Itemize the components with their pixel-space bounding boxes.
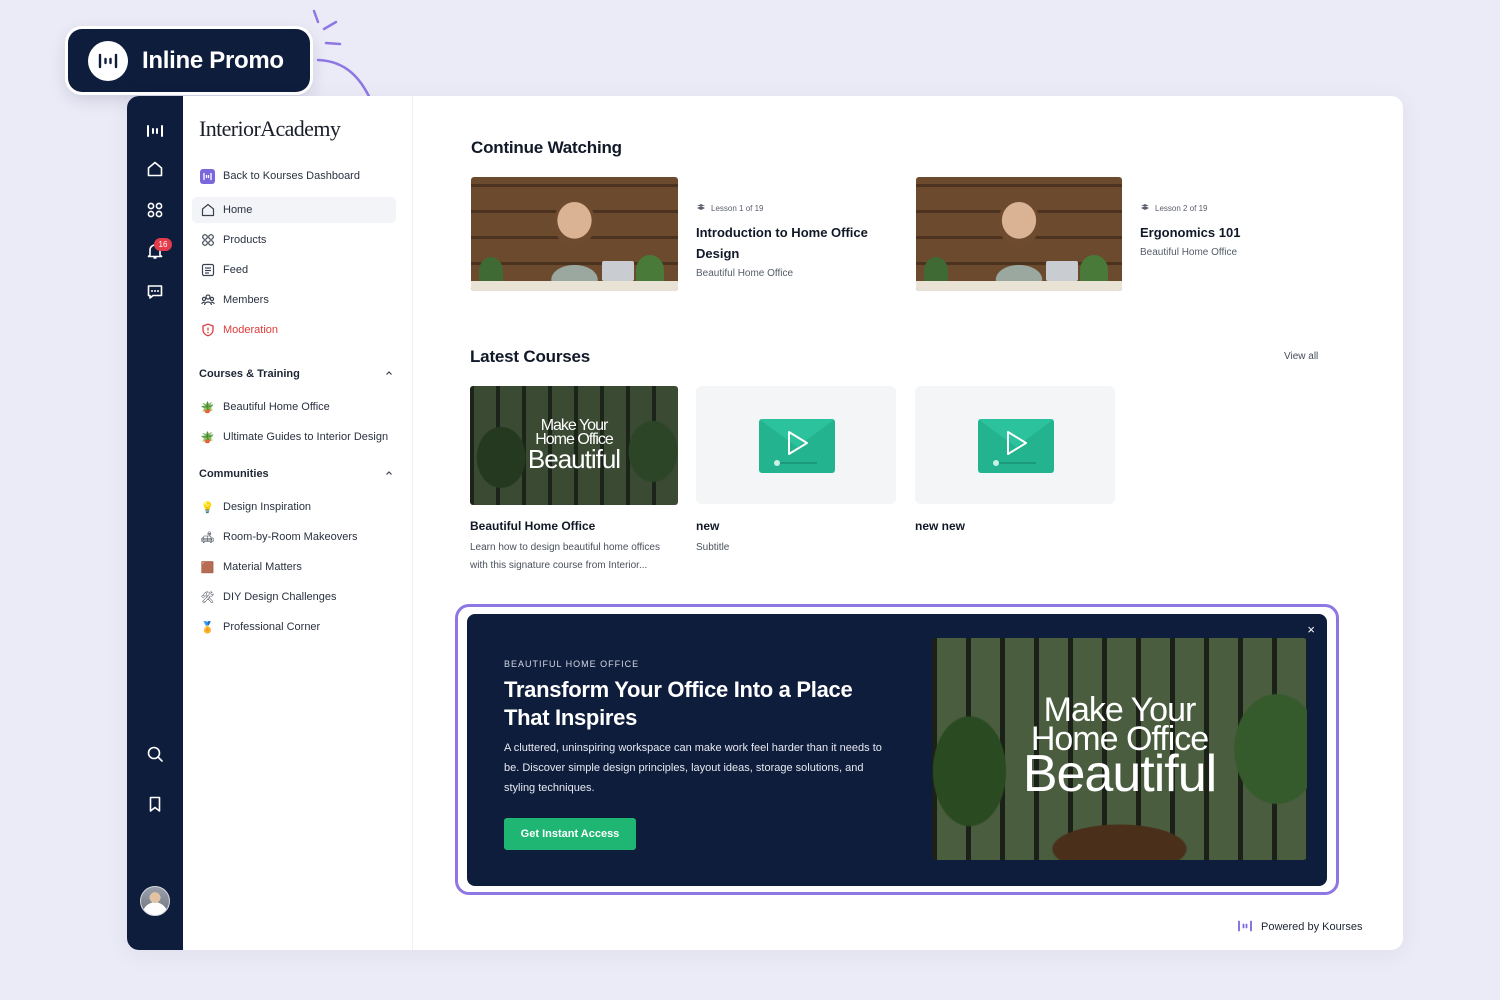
inline-promo-banner: BEAUTIFUL HOME OFFICE Transform Your Off… [467, 614, 1327, 886]
lesson-stack-icon [696, 203, 706, 213]
sidebar-item-label: Feed [223, 264, 249, 276]
sidebar-item-community[interactable]: 🟫 Material Matters [192, 554, 396, 580]
couch-icon: 🛋 [200, 531, 215, 544]
lesson-course: Beautiful Home Office [696, 268, 794, 279]
continue-item-meta[interactable]: Lesson 2 of 19 Ergonomics 101 Beautiful … [1140, 203, 1340, 259]
section-title: Communities [199, 468, 269, 480]
play-icon [759, 419, 835, 466]
promo-eyebrow: BEAUTIFUL HOME OFFICE [504, 659, 640, 669]
sidebar-item-course[interactable]: 🪴 Ultimate Guides to Interior Design [192, 424, 396, 450]
course-description: Subtitle [696, 542, 730, 553]
sidebar-item-course[interactable]: 🪴 Beautiful Home Office [192, 394, 396, 420]
latest-courses-heading: Latest Courses [470, 347, 591, 366]
video-placeholder [978, 419, 1054, 473]
sidebar-item-label: Ultimate Guides to Interior Design [223, 431, 389, 443]
chevron-up-icon[interactable] [385, 368, 393, 380]
thumb-text-line: Beautiful [527, 444, 621, 474]
course-title[interactable]: Beautiful Home Office [470, 519, 595, 533]
back-to-dashboard-link[interactable]: Back to Kourses Dashboard [192, 163, 396, 189]
brand-logo[interactable]: InteriorAcademy [199, 116, 341, 142]
sidebar-item-label: Moderation [223, 324, 279, 336]
continue-thumb[interactable] [471, 177, 678, 291]
sidebar-item-home[interactable]: Home [192, 197, 396, 223]
lesson-count: Lesson 1 of 19 [711, 203, 764, 213]
sidebar-item-products[interactable]: Products [192, 227, 396, 253]
sidebar: InteriorAcademy Back to Kourses Dashboar… [183, 96, 413, 950]
kourses-logo-icon [1237, 920, 1253, 935]
inline-promo-callout: Inline Promo [68, 29, 310, 92]
powered-by-badge[interactable]: Powered by Kourses [1227, 912, 1387, 942]
course-thumbnail[interactable] [915, 386, 1115, 504]
search-icon[interactable] [141, 740, 169, 768]
promo-title: Transform Your Office Into a Place That … [504, 677, 853, 730]
kourses-logo-icon [88, 40, 128, 81]
get-instant-access-button[interactable]: Get Instant Access [504, 818, 636, 850]
kourses-rail-logo-icon[interactable] [141, 117, 169, 145]
notification-badge: 16 [154, 238, 172, 251]
continue-watching-heading: Continue Watching [471, 138, 622, 157]
sidebar-item-moderation[interactable]: Moderation [192, 317, 396, 343]
sidebar-item-community[interactable]: 🛠 DIY Design Challenges [192, 584, 396, 610]
course-thumbnail[interactable]: Make Your Home Office Beautiful [470, 386, 678, 505]
material-swatch-icon: 🟫 [200, 561, 215, 574]
shield-icon [200, 323, 215, 338]
chat-icon[interactable] [141, 278, 169, 306]
sidebar-item-label: Beautiful Home Office [223, 401, 330, 413]
promo-image-text-line: Beautiful [1022, 745, 1217, 803]
sidebar-item-label: Professional Corner [223, 621, 321, 633]
lesson-count: Lesson 2 of 19 [1155, 203, 1208, 213]
sidebar-item-label: DIY Design Challenges [223, 591, 337, 603]
promo-body: A cluttered, uninspiring workspace can m… [504, 742, 882, 794]
sidebar-item-label: Members [223, 294, 269, 306]
user-avatar[interactable] [140, 886, 170, 916]
chevron-up-icon[interactable] [385, 468, 393, 480]
close-icon[interactable]: × [1307, 622, 1315, 637]
apps-icon[interactable] [141, 196, 169, 224]
sidebar-item-label: Material Matters [223, 561, 302, 573]
feed-icon [200, 263, 215, 278]
view-all-link[interactable]: View all [1284, 351, 1318, 362]
lesson-title[interactable]: Ergonomics 101 [1140, 222, 1340, 243]
plant-icon: 🪴 [200, 401, 215, 414]
kourses-square-icon [200, 168, 215, 184]
bookmark-icon[interactable] [141, 790, 169, 818]
play-icon [978, 419, 1054, 466]
grid-icon [200, 233, 215, 248]
members-icon [200, 293, 215, 308]
callout-label: Inline Promo [142, 46, 284, 74]
section-title: Courses & Training [199, 368, 300, 380]
sidebar-item-community[interactable]: 🛋 Room-by-Room Makeovers [192, 524, 396, 550]
course-title[interactable]: new new [915, 519, 965, 533]
communities-section-header[interactable]: Communities [199, 468, 393, 480]
courses-section-header[interactable]: Courses & Training [199, 368, 393, 380]
sidebar-item-community[interactable]: 🏅 Professional Corner [192, 614, 396, 640]
sidebar-item-label: Products [223, 234, 267, 246]
continue-item-meta[interactable]: Lesson 1 of 19 Introduction to Home Offi… [696, 203, 896, 280]
sidebar-item-label: Room-by-Room Makeovers [223, 531, 358, 543]
icon-rail: 16 [127, 96, 183, 950]
course-description: Learn how to design beautiful home offic… [470, 542, 660, 571]
home-icon[interactable] [141, 155, 169, 183]
medal-icon: 🏅 [200, 621, 215, 634]
plant-icon: 🪴 [200, 431, 215, 444]
lesson-course: Beautiful Home Office [1140, 247, 1238, 258]
continue-thumb[interactable] [916, 177, 1122, 291]
tools-icon: 🛠 [200, 591, 215, 604]
video-placeholder [759, 419, 835, 473]
course-title[interactable]: new [696, 519, 719, 533]
lightbulb-icon: 💡 [200, 501, 215, 514]
sidebar-item-label: Design Inspiration [223, 501, 312, 513]
powered-by-label: Powered by Kourses [1261, 921, 1363, 933]
lesson-title[interactable]: Introduction to Home Office Design [696, 222, 896, 264]
promo-image: Make Your Home Office Beautiful [932, 638, 1307, 860]
back-link-label: Back to Kourses Dashboard [223, 170, 360, 182]
course-thumbnail[interactable] [696, 386, 896, 504]
sidebar-item-label: Home [223, 204, 253, 216]
sidebar-item-members[interactable]: Members [192, 287, 396, 313]
home-icon [200, 203, 215, 218]
sidebar-item-feed[interactable]: Feed [192, 257, 396, 283]
sidebar-item-community[interactable]: 💡 Design Inspiration [192, 494, 396, 520]
lesson-stack-icon [1140, 203, 1150, 213]
